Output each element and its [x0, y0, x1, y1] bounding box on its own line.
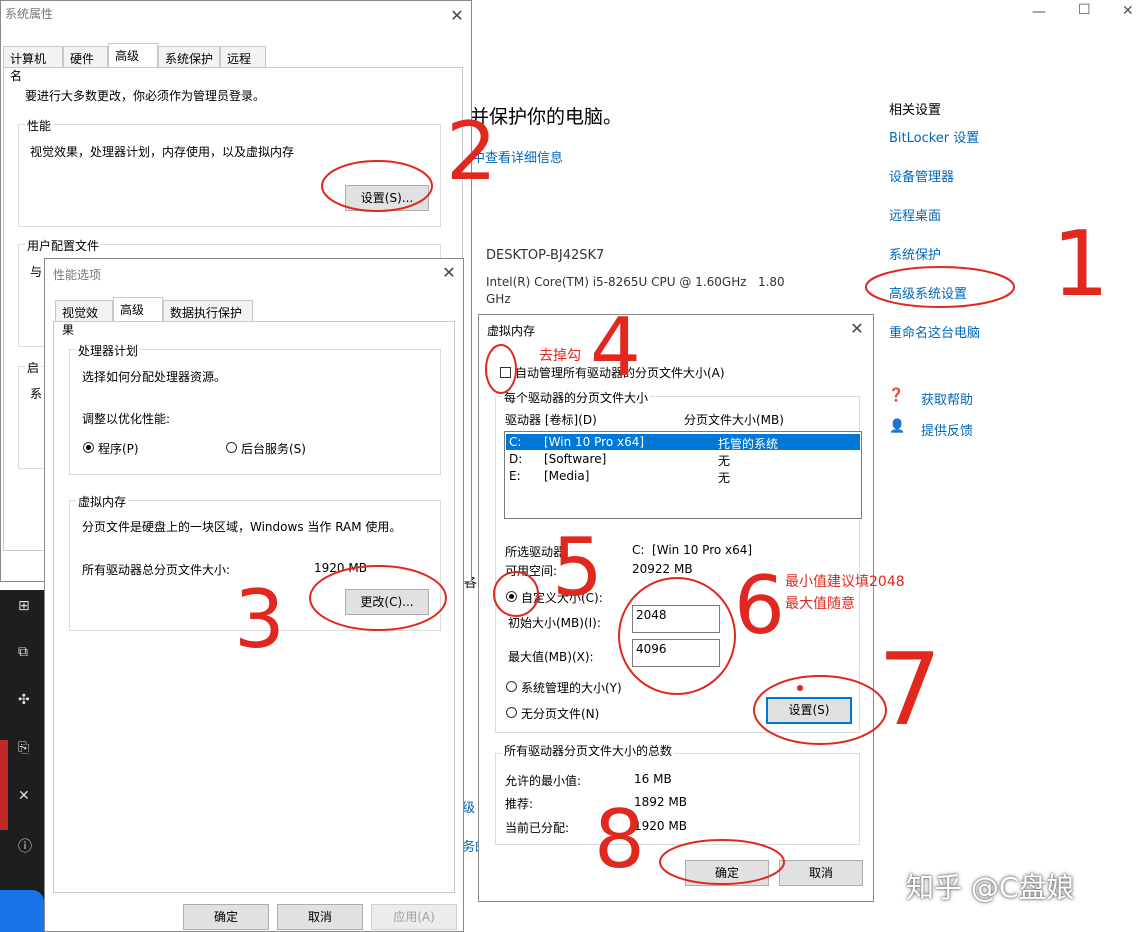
step-number-3: 3 [234, 573, 285, 666]
step-number-1: 1 [1052, 212, 1110, 317]
highlight-ellipse [321, 160, 433, 212]
step-number-4: 4 [590, 301, 641, 394]
highlight-ellipse [753, 675, 887, 745]
tab-advanced[interactable]: 高级 [113, 297, 163, 321]
annotation-layer [309, 160, 1015, 885]
step-number-2: 2 [446, 105, 497, 198]
annotation-size-note-1: 最小值建议填2048 [785, 574, 905, 590]
step-number-6: 6 [734, 559, 785, 652]
highlight-ellipse [618, 577, 736, 695]
annotation-size-note-2: 最大值随意 [785, 596, 855, 612]
annotation-uncheck: 去掉勾 [539, 348, 581, 364]
highlight-ellipse [485, 344, 517, 394]
step-number-7: 7 [878, 631, 942, 748]
highlight-ellipse [309, 565, 447, 631]
watermark: 知乎 @C盘娘 [906, 871, 1075, 904]
highlight-ellipse [659, 839, 785, 885]
highlight-ellipse [493, 571, 539, 617]
step-number-5: 5 [552, 521, 603, 614]
tab-advanced[interactable]: 高级 [108, 43, 158, 67]
highlight-ellipse [865, 266, 1015, 308]
annotation-dot [797, 685, 803, 691]
step-number-8: 8 [594, 793, 645, 886]
